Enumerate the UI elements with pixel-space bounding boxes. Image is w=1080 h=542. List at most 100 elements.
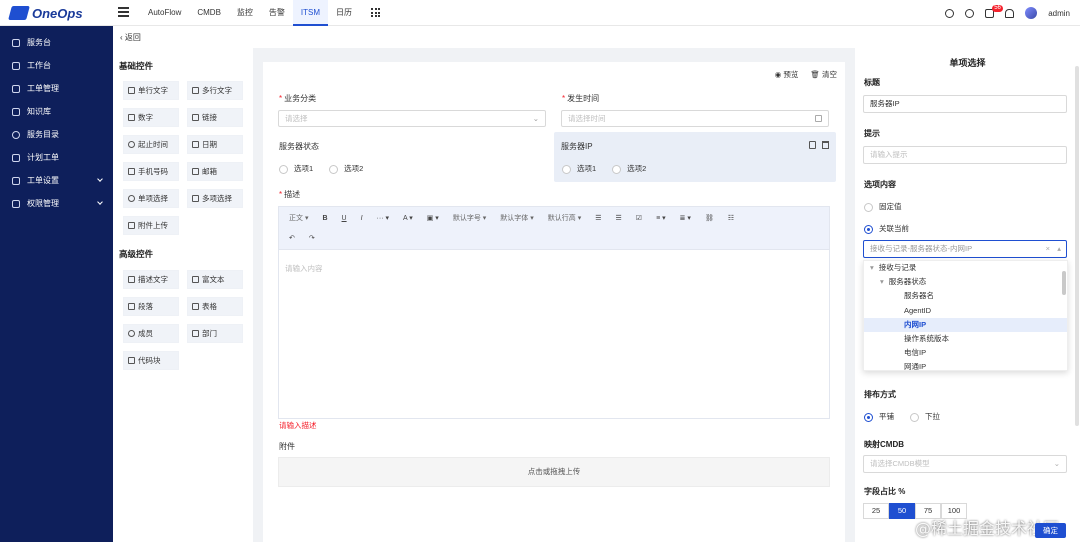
more-icon[interactable]: ··· ▾ (377, 214, 389, 222)
control-member[interactable]: 成员 (123, 324, 179, 343)
control-date[interactable]: 日期 (187, 135, 243, 154)
control-attachment[interactable]: 附件上传 (123, 216, 179, 235)
link-icon[interactable]: ⛓ (705, 214, 714, 222)
tree-node-server-name[interactable]: 服务器名 (864, 289, 1067, 303)
nav-autoflow[interactable]: AutoFlow (140, 0, 189, 26)
delete-icon[interactable] (822, 141, 829, 149)
selected-field-ip[interactable]: 服务器IP 选项1 选项2 (554, 132, 836, 182)
bold-icon[interactable]: B (322, 215, 327, 222)
app-logo[interactable]: OneOps (8, 4, 83, 22)
avatar[interactable] (1025, 7, 1038, 19)
nav-cmdb[interactable]: CMDB (189, 0, 229, 26)
underline-icon[interactable]: U (342, 215, 347, 222)
line-height-select[interactable]: 默认行高 ▾ (548, 213, 581, 223)
control-single-text[interactable]: 单行文字 (123, 81, 179, 100)
username[interactable]: admin (1048, 9, 1070, 18)
italic-icon[interactable]: I (361, 215, 363, 222)
upload-dropzone[interactable]: 点击或拖拽上传 (278, 457, 830, 487)
apps-grid-icon[interactable] (371, 8, 380, 17)
back-link[interactable]: ‹ 返回 (120, 32, 141, 43)
bullet-list-icon[interactable]: ☰ (595, 214, 601, 222)
clear-icon[interactable]: × (1046, 241, 1050, 257)
linked-field-select[interactable]: 接收与记录-服务器状态-内网IP × ▴ (863, 240, 1067, 258)
control-single-choice[interactable]: 单项选择 (123, 189, 179, 208)
paragraph-style-select[interactable]: 正文 ▾ (289, 213, 308, 223)
tree-node-receive[interactable]: ▾ 接收与记录 (864, 261, 1067, 275)
save-button[interactable]: 确定 (1035, 523, 1066, 538)
indent-icon[interactable]: ≣ ▾ (680, 214, 691, 222)
rich-text-editor[interactable]: 正文 ▾ B U I ··· ▾ A ▾ ▣ ▾ 默认字号 ▾ 默认字体 ▾ 默… (278, 206, 830, 419)
title-input[interactable]: 服务器IP (863, 95, 1067, 113)
tree-node-agent-id[interactable]: AgentID (864, 304, 1067, 318)
tree-node-server-status[interactable]: ▾ 服务器状态 (864, 275, 1067, 289)
copy-icon[interactable] (809, 141, 816, 149)
numbered-list-icon[interactable]: ☰ (616, 214, 622, 222)
sidebar-item-permissions[interactable]: 权限管理 (0, 192, 113, 215)
ip-option-2[interactable]: 选项2 (612, 163, 646, 174)
content-linked-option[interactable]: 关联当前 (864, 223, 909, 234)
cmdb-select[interactable]: 请选择CMDB模型 ⌄ (863, 455, 1067, 473)
category-select[interactable]: 请选择 ⌄ (278, 110, 546, 127)
sidebar-item-knowledge[interactable]: 知识库 (0, 100, 113, 123)
sidebar-item-ticket-settings[interactable]: 工单设置 (0, 169, 113, 192)
tree-node-unicom-ip[interactable]: 网通IP (864, 360, 1067, 370)
control-rich-text[interactable]: 富文本 (187, 270, 243, 289)
control-phone[interactable]: 手机号码 (123, 162, 179, 181)
font-color-icon[interactable]: A ▾ (403, 214, 413, 222)
control-date-range[interactable]: 起止时间 (123, 135, 179, 154)
align-icon[interactable]: ≡ ▾ (656, 214, 666, 222)
menu-toggle-icon[interactable] (118, 7, 129, 17)
nav-itsm[interactable]: ITSM (292, 0, 329, 26)
clear-button[interactable]: 🗑 清空 (810, 69, 837, 80)
layout-dropdown-option[interactable]: 下拉 (910, 411, 940, 422)
todo-icon[interactable]: ☑ (636, 214, 642, 222)
message-icon[interactable]: 56 (985, 4, 1003, 18)
bg-color-icon[interactable]: ▣ ▾ (427, 214, 439, 222)
layout-flat-option[interactable]: 平铺 (864, 411, 894, 422)
control-table[interactable]: 表格 (187, 297, 243, 316)
control-link[interactable]: 链接 (187, 108, 243, 127)
redo-icon[interactable]: ↷ (309, 234, 315, 242)
control-email[interactable]: 邮箱 (187, 162, 243, 181)
control-code-block[interactable]: 代码块 (123, 351, 179, 370)
sidebar-item-workbench[interactable]: 工作台 (0, 54, 113, 77)
font-family-select[interactable]: 默认字体 ▾ (500, 213, 533, 223)
time-picker[interactable]: 请选择时间 (561, 110, 829, 127)
desk-icon (12, 38, 20, 47)
divider-icon[interactable]: ☷ (728, 214, 734, 222)
tree-scrollbar[interactable] (1062, 271, 1066, 295)
sidebar-item-service-desk[interactable]: 服务台 (0, 31, 113, 54)
sidebar-item-plans[interactable]: 计划工单 (0, 146, 113, 169)
hint-input[interactable]: 请输入提示 (863, 146, 1067, 164)
control-multi-choice[interactable]: 多项选择 (187, 189, 243, 208)
tree-node-os-version[interactable]: 操作系统版本 (864, 332, 1067, 346)
nav-alert[interactable]: 告警 (261, 0, 293, 26)
gear-icon[interactable] (965, 8, 975, 18)
tree-node-internal-ip[interactable]: 内网IP (864, 317, 1067, 332)
font-size-select[interactable]: 默认字号 ▾ (453, 213, 486, 223)
nav-monitor[interactable]: 监控 (229, 0, 261, 26)
logo-icon (8, 6, 30, 20)
width-option-50[interactable]: 50 (889, 503, 915, 519)
panel-scrollbar[interactable] (1075, 66, 1079, 426)
sidebar-item-tickets[interactable]: 工单管理 (0, 77, 113, 100)
control-multi-text[interactable]: 多行文字 (187, 81, 243, 100)
ip-option-1[interactable]: 选项1 (562, 163, 596, 174)
help-icon[interactable] (945, 8, 955, 18)
tree-node-telecom-ip[interactable]: 电信IP (864, 346, 1067, 360)
control-paragraph[interactable]: 段落 (123, 297, 179, 316)
nav-calendar[interactable]: 日历 (328, 0, 360, 26)
sidebar-item-catalog[interactable]: 服务目录 (0, 123, 113, 146)
preview-button[interactable]: ◉ 预览 (775, 69, 799, 80)
control-department[interactable]: 部门 (187, 324, 243, 343)
status-option-2[interactable]: 选项2 (329, 163, 363, 174)
control-description[interactable]: 描述文字 (123, 270, 179, 289)
width-option-25[interactable]: 25 (863, 503, 889, 519)
control-number[interactable]: 数字 (123, 108, 179, 127)
content-fixed-option[interactable]: 固定值 (864, 201, 902, 212)
description-error: 请输入描述 (279, 421, 317, 430)
status-option-1[interactable]: 选项1 (279, 163, 313, 174)
bell-icon[interactable] (1005, 8, 1015, 18)
undo-icon[interactable]: ↶ (289, 234, 295, 242)
chevron-up-icon[interactable]: ▴ (1057, 241, 1061, 257)
